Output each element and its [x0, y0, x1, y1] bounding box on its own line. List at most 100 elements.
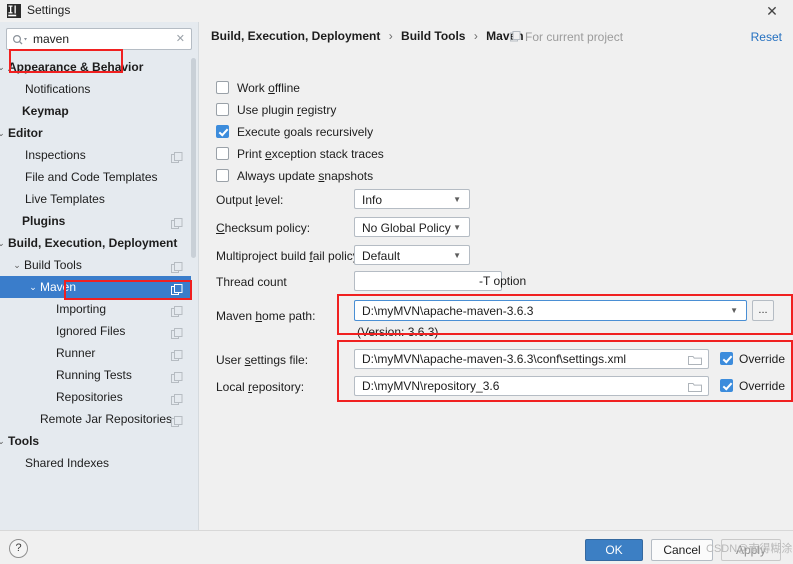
reset-link[interactable]: Reset: [751, 30, 782, 44]
chevron-down-icon[interactable]: ⌄: [10, 254, 24, 276]
chevron-down-icon[interactable]: ⌄: [26, 276, 40, 298]
sidebar-item-build-execution-deployment[interactable]: ⌄Build, Execution, Deployment: [0, 232, 191, 254]
local-repository-input[interactable]: D:\myMVN\repository_3.6: [354, 376, 709, 396]
settings-dialog: Settings ✕ ✕ ⌄Appearance & BehaviorNotif…: [0, 0, 793, 564]
sidebar-item-ignored-files[interactable]: Ignored Files: [0, 320, 191, 342]
breadcrumb-part-1: Build, Execution, Deployment: [211, 29, 381, 43]
label-post: evel:: [258, 193, 284, 207]
module-icon: [171, 259, 183, 273]
for-current-project-text: For current project: [525, 30, 624, 44]
sidebar-item-running-tests[interactable]: Running Tests: [0, 364, 191, 386]
sidebar-item-runner[interactable]: Runner: [0, 342, 191, 364]
label-mnemonic: C: [216, 221, 225, 235]
sidebar-item-build-tools[interactable]: ⌄ Build Tools: [0, 254, 191, 276]
checkbox-print-exception-stack-traces[interactable]: [216, 147, 229, 160]
chevron-down-icon[interactable]: ⌄: [0, 232, 8, 254]
sidebar-item-label: Plugins: [22, 214, 66, 228]
search-input[interactable]: [33, 30, 173, 48]
folder-icon[interactable]: [688, 381, 702, 393]
apply-button[interactable]: Apply: [721, 539, 781, 561]
sidebar-item-label: Live Templates: [25, 192, 105, 206]
chevron-down-icon[interactable]: ⌄: [0, 430, 8, 452]
sidebar-item-file-and-code-templates[interactable]: File and Code Templates: [0, 166, 191, 188]
breadcrumb-part-2: Build Tools: [401, 29, 466, 43]
clear-icon[interactable]: ✕: [176, 32, 185, 46]
combo-output-level[interactable]: Info ▼: [354, 189, 470, 209]
sidebar-item-live-templates[interactable]: Live Templates: [0, 188, 191, 210]
user-settings-override-checkbox[interactable]: [720, 352, 733, 365]
maven-home-label-pre: Maven: [216, 309, 256, 323]
checkbox-label: Use plugin registry: [237, 103, 336, 117]
sidebar-item-importing[interactable]: Importing: [0, 298, 191, 320]
sidebar-item-maven[interactable]: ⌄ Maven: [0, 276, 191, 298]
checkbox-execute-goals-recursively[interactable]: [216, 125, 229, 138]
dialog-footer: ? OK Cancel Apply: [0, 530, 793, 564]
search-field-wrapper[interactable]: ✕: [6, 28, 192, 50]
label-mnemonic: e: [265, 147, 272, 161]
label-pre: Output: [216, 193, 256, 207]
thread-count-label: Thread count: [216, 275, 287, 289]
ok-button[interactable]: OK: [585, 539, 643, 561]
checkbox-row-always-update-snapshots[interactable]: Always update snapshots: [216, 167, 373, 185]
module-icon: [171, 391, 183, 405]
sidebar-item-label: Repositories: [56, 390, 123, 404]
chevron-down-icon[interactable]: ⌄: [0, 122, 8, 144]
sidebar-item-label: Appearance & Behavior: [8, 60, 144, 74]
module-icon: [171, 149, 183, 163]
folder-icon[interactable]: [688, 354, 702, 366]
user-settings-file-value: D:\myMVN\apache-maven-3.6.3\conf\setting…: [362, 352, 627, 366]
combo-value: Info: [362, 193, 383, 207]
combo-multiproject-build-fail-policy[interactable]: Default ▼: [354, 245, 470, 265]
close-icon[interactable]: ✕: [759, 2, 785, 20]
sidebar-item-label: Importing: [56, 302, 107, 316]
checkbox-use-plugin-registry[interactable]: [216, 103, 229, 116]
sidebar-item-inspections[interactable]: Inspections: [0, 144, 191, 166]
checkbox-row-print-exception-stack-traces[interactable]: Print exception stack traces: [216, 145, 384, 163]
chevron-down-icon[interactable]: ▼: [453, 190, 461, 210]
sidebar-item-keymap[interactable]: Keymap: [0, 100, 191, 122]
sidebar-item-appearance-behavior[interactable]: ⌄Appearance & Behavior: [0, 56, 191, 78]
for-current-project-label: For current project: [510, 30, 623, 44]
module-icon: [171, 281, 183, 295]
user-settings-file-label: User settings file:: [216, 353, 308, 367]
sidebar-item-notifications[interactable]: Notifications: [0, 78, 191, 100]
sidebar-item-shared-indexes[interactable]: Shared Indexes: [0, 452, 191, 474]
chevron-down-icon[interactable]: ▼: [453, 246, 461, 266]
chevron-down-icon[interactable]: ▼: [453, 218, 461, 238]
cancel-button[interactable]: Cancel: [651, 539, 713, 561]
chevron-down-icon[interactable]: ⌄: [0, 56, 8, 78]
maven-home-path-label: Maven home path:: [216, 309, 315, 323]
sidebar-item-repositories[interactable]: Repositories: [0, 386, 191, 408]
sidebar-item-editor[interactable]: ⌄Editor: [0, 122, 191, 144]
checkbox-label: Always update snapshots: [237, 169, 373, 183]
help-button[interactable]: ?: [9, 539, 28, 558]
label-checksum-policy: Checksum policy:: [216, 221, 310, 235]
checkbox-row-execute-goals-recursively[interactable]: Execute goals recursively: [216, 123, 373, 141]
sidebar-item-plugins[interactable]: Plugins: [0, 210, 191, 232]
local-repository-value: D:\myMVN\repository_3.6: [362, 379, 500, 393]
combo-checksum-policy[interactable]: No Global Policy ▼: [354, 217, 470, 237]
checkbox-always-update-snapshots[interactable]: [216, 169, 229, 182]
user-settings-label-post: ettings file:: [250, 353, 309, 367]
sidebar-scrollbar[interactable]: [191, 58, 196, 258]
checkbox-work-offline[interactable]: [216, 81, 229, 94]
maven-home-path-combo[interactable]: D:\myMVN\apache-maven-3.6.3 ▼: [354, 300, 747, 321]
checkbox-row-work-offline[interactable]: Work offline: [216, 79, 300, 97]
settings-main-panel: Build, Execution, Deployment › Build Too…: [199, 22, 793, 530]
module-icon: [510, 31, 521, 42]
sidebar-item-tools[interactable]: ⌄Tools: [0, 430, 191, 452]
label-post: napshots: [324, 169, 374, 183]
maven-home-browse-button[interactable]: ...: [752, 300, 774, 321]
local-repository-override-checkbox[interactable]: [720, 379, 733, 392]
label-post: egistry: [301, 103, 337, 117]
combo-value: No Global Policy: [362, 221, 451, 235]
module-icon: [171, 303, 183, 317]
local-repo-label-post: epository:: [252, 380, 305, 394]
module-icon: [171, 325, 183, 339]
checkbox-row-use-plugin-registry[interactable]: Use plugin registry: [216, 101, 336, 119]
sidebar-item-remote-jar-repositories[interactable]: Remote Jar Repositories: [0, 408, 191, 430]
chevron-down-icon[interactable]: ▼: [730, 301, 738, 321]
user-settings-file-input[interactable]: D:\myMVN\apache-maven-3.6.3\conf\setting…: [354, 349, 709, 369]
sidebar-item-label: File and Code Templates: [25, 170, 158, 184]
search-icon[interactable]: [12, 33, 28, 47]
